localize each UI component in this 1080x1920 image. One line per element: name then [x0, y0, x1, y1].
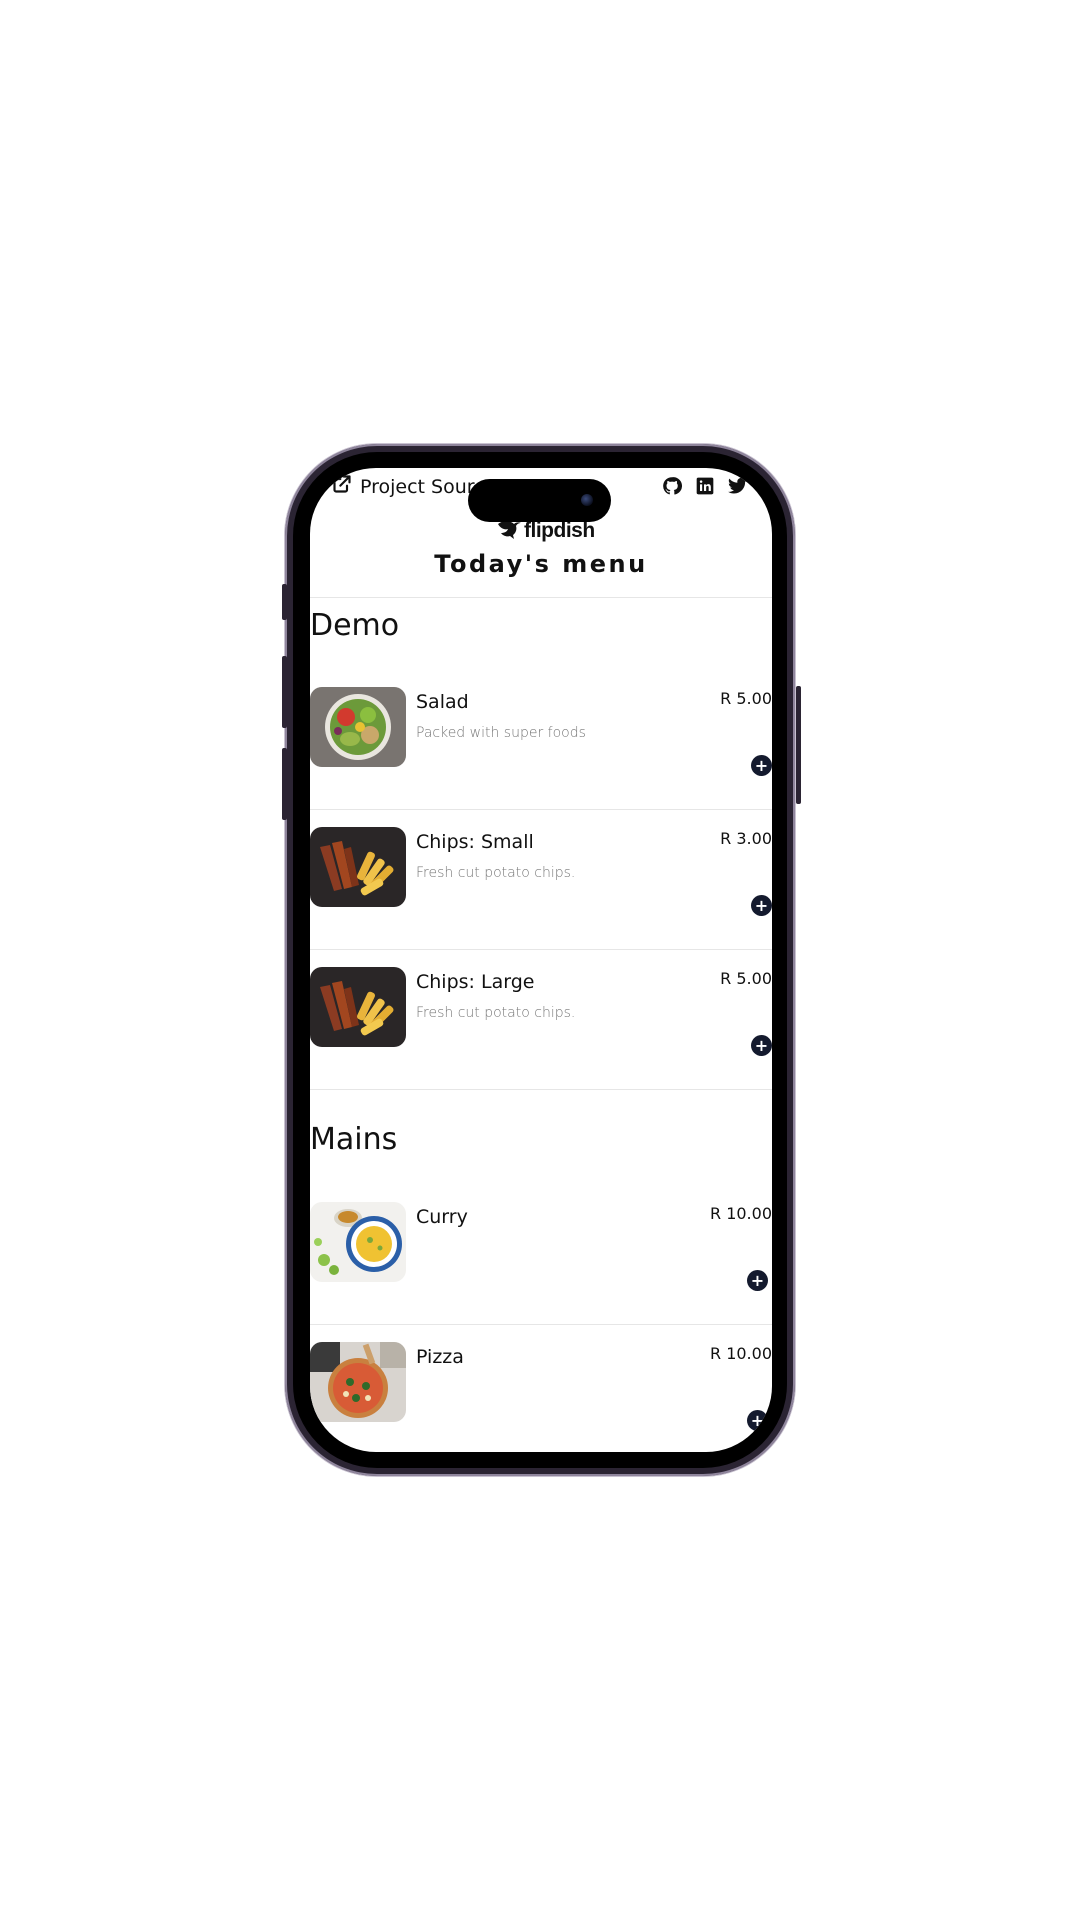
- item-name: Salad: [416, 691, 469, 713]
- phone-screen: Project Source Code flipdish Today's men…: [310, 468, 772, 1452]
- pizza-image: [310, 1342, 406, 1422]
- item-price: R 5.00: [720, 689, 772, 708]
- item-price: R 3.00: [720, 829, 772, 848]
- item-name: Pizza: [416, 1346, 464, 1368]
- phone-power-button: [796, 686, 801, 804]
- phone-silent-switch: [282, 584, 287, 620]
- add-to-cart-button[interactable]: +: [751, 755, 772, 776]
- item-name: Chips: Small: [416, 831, 534, 853]
- menu-item[interactable]: Chips: Large Fresh cut potato chips. R 5…: [310, 967, 772, 1107]
- item-price: R 10.00: [709, 1344, 772, 1363]
- phone-volume-up: [282, 656, 287, 728]
- twitter-icon[interactable]: [728, 476, 748, 496]
- front-camera: [581, 494, 593, 506]
- menu-item[interactable]: Pizza R 10.00 +: [310, 1342, 772, 1452]
- item-description: Packed with super foods: [416, 725, 586, 741]
- header-divider: [310, 597, 772, 598]
- add-to-cart-button[interactable]: +: [747, 1270, 768, 1291]
- dynamic-island: [468, 479, 611, 522]
- add-to-cart-button[interactable]: +: [747, 1410, 768, 1431]
- item-name: Curry: [416, 1206, 468, 1228]
- item-divider: [310, 1324, 772, 1325]
- item-price: R 5.00: [720, 969, 772, 988]
- menu-item[interactable]: Chips: Small Fresh cut potato chips. R 3…: [310, 827, 772, 967]
- add-to-cart-button[interactable]: +: [751, 895, 772, 916]
- chips-image: [310, 967, 406, 1047]
- page-title: Today's menu: [434, 550, 648, 578]
- item-price: R 10.00: [709, 1204, 772, 1223]
- chips-image: [310, 827, 406, 907]
- section-title-mains: Mains: [310, 1122, 398, 1157]
- social-links: [662, 476, 748, 496]
- section-title-demo: Demo: [310, 608, 400, 643]
- item-description: Fresh cut potato chips.: [416, 865, 576, 881]
- flipdish-logo-text: flipdish: [524, 519, 595, 542]
- item-divider: [310, 809, 772, 810]
- external-link-icon: [332, 474, 352, 499]
- section-divider: [310, 1089, 772, 1090]
- github-icon[interactable]: [662, 476, 682, 496]
- linkedin-icon[interactable]: [695, 476, 715, 496]
- item-divider: [310, 949, 772, 950]
- add-to-cart-button[interactable]: +: [751, 1035, 772, 1056]
- phone-volume-down: [282, 748, 287, 820]
- item-name: Chips: Large: [416, 971, 535, 993]
- item-description: Fresh cut potato chips.: [416, 1005, 576, 1021]
- salad-image: [310, 687, 406, 767]
- menu-item[interactable]: Curry R 10.00 +: [310, 1202, 772, 1342]
- menu-item[interactable]: Salad Packed with super foods R 5.00 +: [310, 687, 772, 827]
- curry-image: [310, 1202, 406, 1282]
